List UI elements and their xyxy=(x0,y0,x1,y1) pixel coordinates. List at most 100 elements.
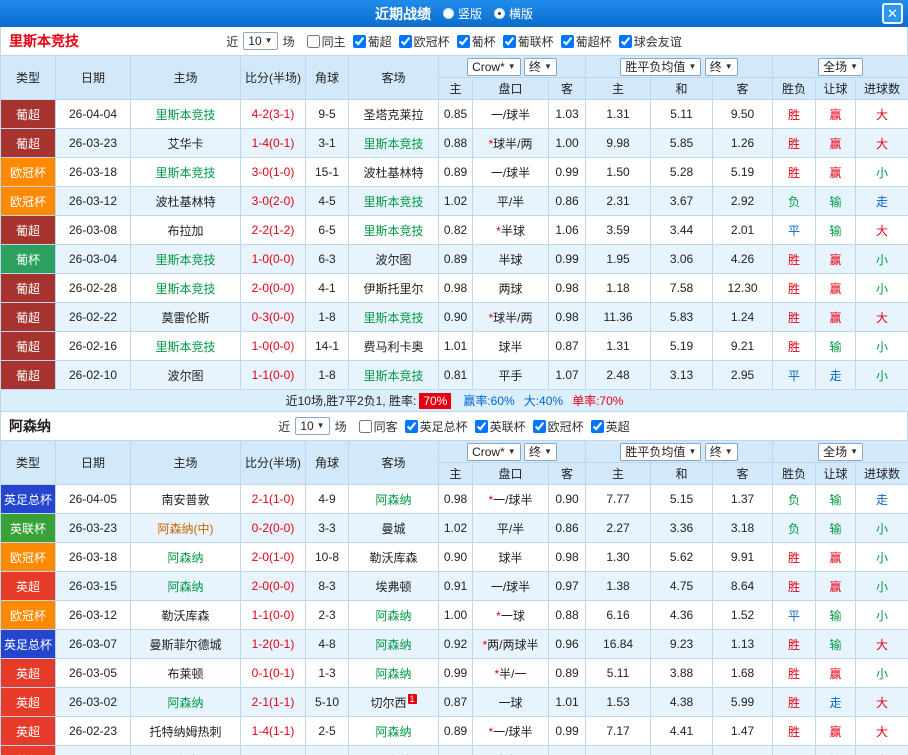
checkbox-icon[interactable] xyxy=(398,34,412,48)
filter-label: 葡超杯 xyxy=(575,34,612,49)
chevron-down-icon: ▼ xyxy=(688,61,697,71)
fullmatch-group-header: 全场 ▼ xyxy=(772,55,908,78)
cell-competition-type: 英超 xyxy=(0,745,56,755)
cell-date: 26-02-23 xyxy=(55,716,131,746)
cell-corners: 3-1 xyxy=(305,128,349,158)
col-header-result: 胜负 xyxy=(772,462,817,485)
cell-avg-home: 5.11 xyxy=(585,658,652,688)
filter-checkbox[interactable]: 欧冠杯 xyxy=(398,33,450,50)
filter-checkbox[interactable]: 英足总杯 xyxy=(404,418,468,435)
handicap-odds-group-header: Crow* ▼ 终 ▼ xyxy=(437,55,587,78)
section-sporting-filterbar: 里斯本竞技 近 10 ▼ 场 同主 葡超 欧冠杯 葡杯 葡联杯 葡超杯 球会友谊 xyxy=(0,27,908,55)
col-header-score: 比分(半场) xyxy=(240,440,306,485)
fullmatch-select[interactable]: 全场 ▼ xyxy=(818,442,863,461)
cell-goals-result: 小 xyxy=(855,600,908,630)
cell-avg-draw: 4.36 xyxy=(650,600,714,630)
final-odds-select[interactable]: 终 ▼ xyxy=(524,57,557,76)
cell-avg-home: 1.38 xyxy=(585,571,652,601)
cell-handicap-result: 输 xyxy=(815,484,857,514)
cell-corners: 6-3 xyxy=(305,244,349,274)
cell-home-team: 南安普敦 xyxy=(130,484,241,514)
cell-competition-type: 葡杯 xyxy=(0,244,56,274)
cell-odds-home: 0.81 xyxy=(438,360,473,390)
cell-handicap-line: 平/半 xyxy=(472,513,549,543)
checkbox-icon[interactable] xyxy=(358,419,372,433)
cell-odds-away: 0.90 xyxy=(547,484,587,514)
cell-handicap-line: 球半 xyxy=(472,331,549,361)
cell-handicap-line: *球半/两 xyxy=(472,302,549,332)
final-odds-select[interactable]: 终 ▼ xyxy=(524,442,557,461)
layout-radio-horizontal[interactable]: 横版 xyxy=(494,5,533,22)
cell-avg-away: 1.26 xyxy=(712,745,774,755)
match-count-select[interactable]: 10 ▼ xyxy=(243,32,278,50)
cell-avg-draw: 5.19 xyxy=(650,331,714,361)
cell-avg-away: 9.91 xyxy=(712,542,774,572)
filter-checkbox[interactable]: 葡超 xyxy=(352,33,392,50)
col-header-avg-draw: 和 xyxy=(650,462,714,485)
cell-avg-home: 7.77 xyxy=(585,484,652,514)
cell-avg-away: 1.37 xyxy=(712,484,774,514)
cell-odds-home: 1.02 xyxy=(438,186,473,216)
filter-checkbox[interactable]: 葡联杯 xyxy=(502,33,554,50)
cell-avg-away: 3.18 xyxy=(712,513,774,543)
filter-checkbox[interactable]: 英联杯 xyxy=(474,418,526,435)
checkbox-icon[interactable] xyxy=(618,34,632,48)
cell-avg-away: 2.92 xyxy=(712,186,774,216)
cell-odds-away: 0.98 xyxy=(547,542,587,572)
cell-avg-draw: 9.23 xyxy=(650,629,714,659)
cell-handicap-line: *球半/两 xyxy=(472,128,549,158)
layout-radio-vertical[interactable]: 竖版 xyxy=(442,5,482,22)
radio-label-horizontal: 横版 xyxy=(509,7,534,21)
close-button[interactable]: ✕ xyxy=(882,3,903,24)
checkbox-icon[interactable] xyxy=(352,34,366,48)
checkbox-icon[interactable] xyxy=(560,34,574,48)
cell-goals-result: 大 xyxy=(855,716,908,746)
filter-checkbox[interactable]: 欧冠杯 xyxy=(532,418,584,435)
col-header-date: 日期 xyxy=(55,440,131,485)
filter-checkbox[interactable]: 英超 xyxy=(590,418,630,435)
filter-label: 同客 xyxy=(373,419,398,434)
cell-win-draw-loss: 平 xyxy=(772,215,817,245)
fullmatch-select[interactable]: 全场 ▼ xyxy=(818,57,863,76)
checkbox-icon[interactable] xyxy=(590,419,604,433)
away-handicap-star: * xyxy=(488,724,494,739)
checkbox-icon[interactable] xyxy=(502,34,516,48)
checkbox-icon[interactable] xyxy=(532,419,546,433)
cell-avg-home: 5.91 xyxy=(585,745,652,755)
checkbox-icon[interactable] xyxy=(474,419,488,433)
col-header-odds-away: 客 xyxy=(547,462,587,485)
cell-handicap-line: *球半/两 xyxy=(472,745,549,755)
avg-select[interactable]: 胜平负均值 ▼ xyxy=(620,57,702,76)
away-handicap-star: * xyxy=(496,223,501,238)
col-header-odds-away: 客 xyxy=(547,77,587,100)
filter-checkbox[interactable]: 同客 xyxy=(358,418,398,435)
cell-avg-home: 3.59 xyxy=(585,215,652,245)
cell-away-team: 波杜基林特 xyxy=(348,157,439,187)
avg-select[interactable]: 胜平负均值 ▼ xyxy=(620,442,702,461)
avg-odds-group-header: 胜平负均值 ▼ 终 ▼ xyxy=(585,440,774,463)
cell-date: 26-03-02 xyxy=(55,687,131,717)
filter-checkbox[interactable]: 同主 xyxy=(306,33,346,50)
filter-checkbox[interactable]: 葡杯 xyxy=(456,33,496,50)
cell-avg-draw: 5.15 xyxy=(650,484,714,514)
checkbox-icon[interactable] xyxy=(404,419,418,433)
checkbox-icon[interactable] xyxy=(456,34,470,48)
final-odds-select[interactable]: 终 ▼ xyxy=(704,442,738,461)
cell-goals-result: 大 xyxy=(855,629,908,659)
window-title: 近期战绩 xyxy=(374,5,431,22)
checkbox-icon[interactable] xyxy=(306,34,320,48)
filter-label: 英联杯 xyxy=(489,419,526,434)
match-row: 葡超 26-03-23 艾华卡 1-4(0-1) 3-1 里斯本竞技 0.88 *球半/两 1.… xyxy=(0,128,908,158)
cell-win-draw-loss: 平 xyxy=(772,360,817,390)
filter-checkbox[interactable]: 球会友谊 xyxy=(618,33,682,50)
cell-avg-away: 1.13 xyxy=(712,629,774,659)
match-count-select[interactable]: 10 ▼ xyxy=(295,417,330,435)
company-select[interactable]: Crow* ▼ xyxy=(467,442,521,461)
company-select[interactable]: Crow* ▼ xyxy=(467,57,521,76)
cell-avg-draw: 5.28 xyxy=(650,157,714,187)
final-odds-select[interactable]: 终 ▼ xyxy=(704,57,738,76)
cell-handicap-line: 一/球半 xyxy=(472,157,549,187)
filter-checkbox[interactable]: 葡超杯 xyxy=(560,33,612,50)
cell-avg-draw: 3.88 xyxy=(650,658,714,688)
cell-avg-draw: 3.36 xyxy=(650,513,714,543)
